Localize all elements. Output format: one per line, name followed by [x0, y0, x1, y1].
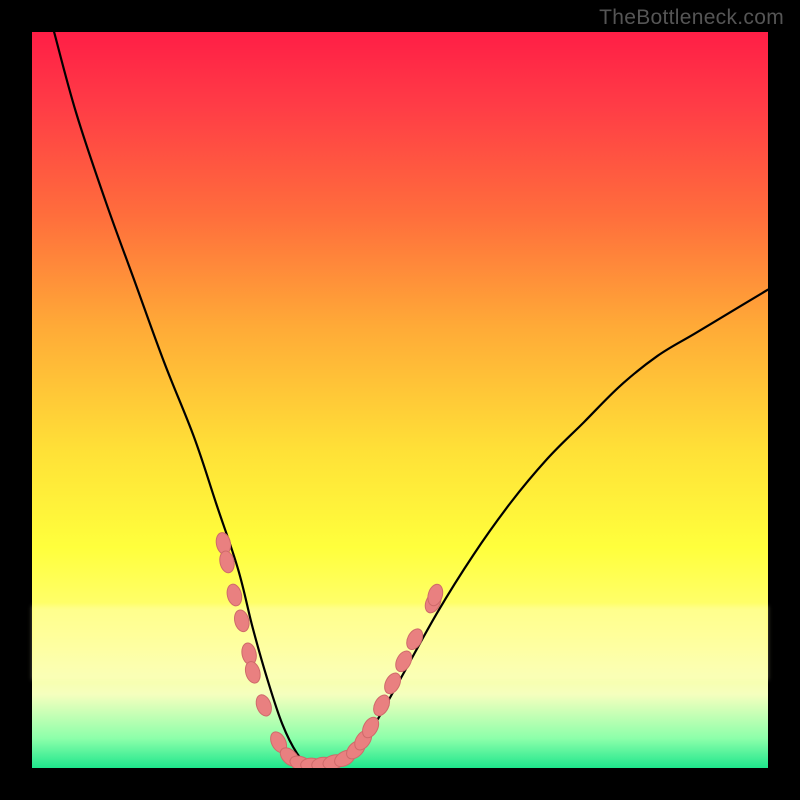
plot-area	[32, 32, 768, 768]
data-markers	[214, 531, 445, 768]
data-marker	[253, 693, 274, 718]
data-marker	[393, 648, 415, 674]
data-marker	[243, 660, 262, 685]
data-marker	[404, 626, 426, 652]
data-marker	[381, 670, 403, 696]
chart-frame: TheBottleneck.com	[0, 0, 800, 800]
data-marker	[370, 692, 392, 718]
data-marker	[225, 583, 244, 608]
watermark-text: TheBottleneck.com	[599, 6, 784, 30]
chart-svg	[32, 32, 768, 768]
